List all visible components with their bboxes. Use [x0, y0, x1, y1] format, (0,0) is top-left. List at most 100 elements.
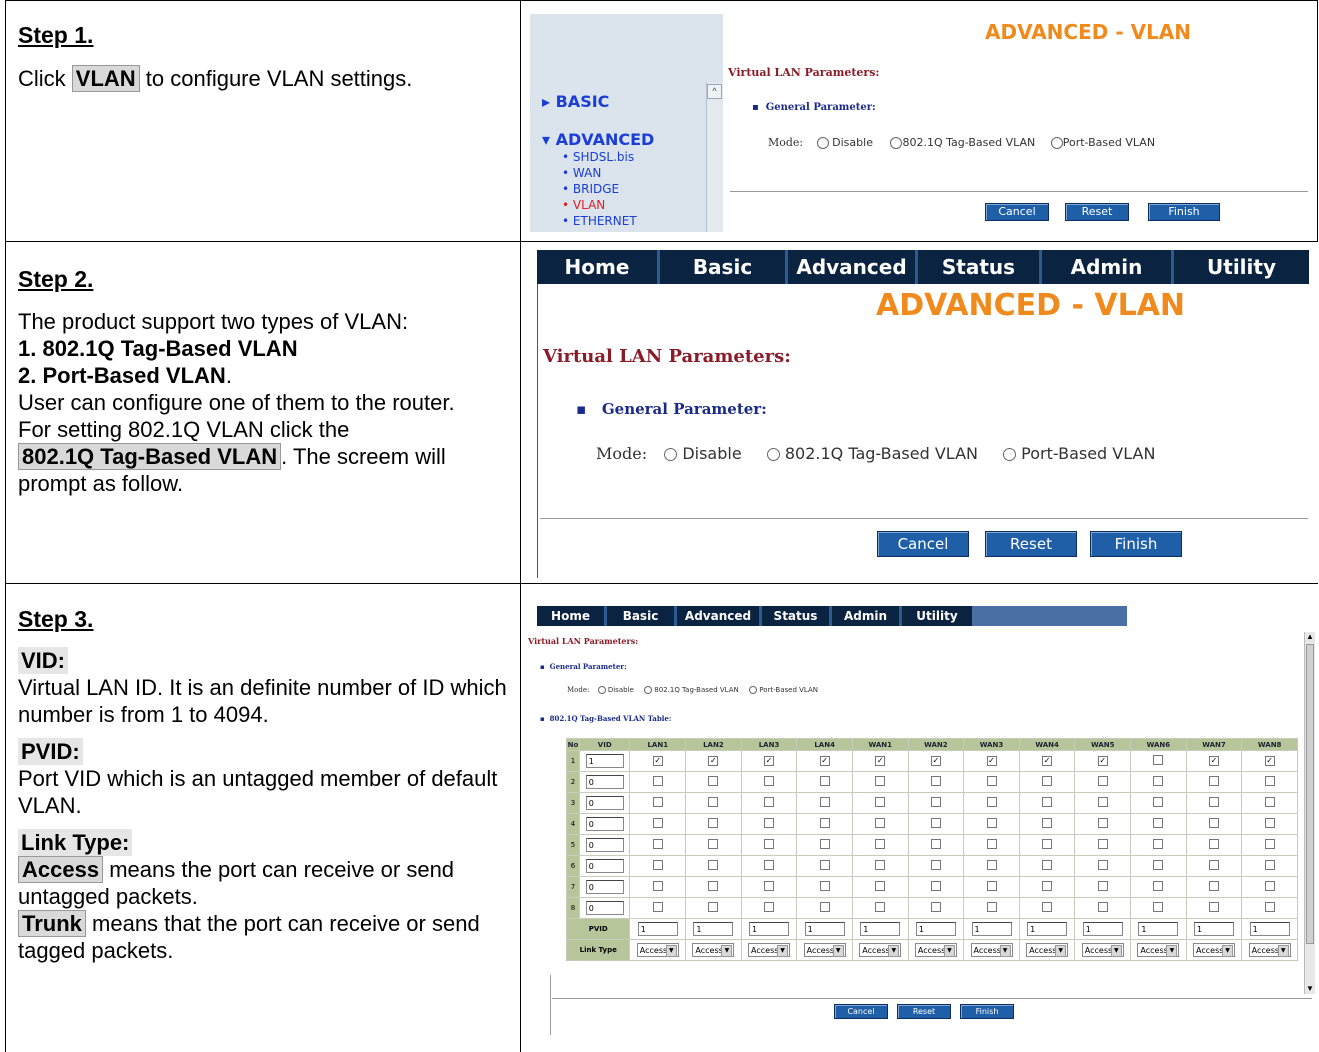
- linktype-select[interactable]: Access: [1248, 943, 1291, 957]
- port-checkbox[interactable]: [764, 776, 775, 786]
- sidebar-item-bridge[interactable]: • BRIDGE: [562, 182, 619, 197]
- port-checkbox[interactable]: [1097, 902, 1108, 912]
- port-checkbox[interactable]: ✓: [819, 756, 830, 766]
- port-checkbox[interactable]: ✓: [1042, 756, 1053, 766]
- radio-portbased[interactable]: [1050, 137, 1063, 149]
- nav-basic-3[interactable]: Basic: [607, 606, 677, 626]
- port-checkbox[interactable]: [1264, 881, 1275, 891]
- port-checkbox[interactable]: [1097, 839, 1108, 849]
- reset-button-2[interactable]: Reset: [985, 531, 1077, 557]
- port-checkbox[interactable]: [708, 818, 719, 828]
- vid-input[interactable]: 0: [585, 838, 624, 852]
- port-checkbox[interactable]: [1209, 797, 1220, 807]
- port-checkbox[interactable]: ✓: [1209, 756, 1220, 766]
- linktype-select[interactable]: Access: [1137, 943, 1180, 957]
- port-checkbox[interactable]: [708, 797, 719, 807]
- port-checkbox[interactable]: [708, 839, 719, 849]
- port-checkbox[interactable]: [1153, 755, 1164, 765]
- port-checkbox[interactable]: [986, 776, 997, 786]
- port-checkbox[interactable]: [1042, 881, 1053, 891]
- vid-input[interactable]: 0: [585, 901, 624, 915]
- sidebar-item-vlan[interactable]: • VLAN: [562, 198, 605, 213]
- radio-tagbased[interactable]: [890, 137, 903, 149]
- finish-button-2[interactable]: Finish: [1090, 531, 1182, 557]
- sidebar-item-ethernet[interactable]: • ETHERNET: [562, 214, 637, 229]
- port-checkbox[interactable]: [1153, 881, 1164, 891]
- nav-basic[interactable]: Basic: [660, 250, 788, 284]
- port-checkbox[interactable]: [1209, 839, 1220, 849]
- port-checkbox[interactable]: [1097, 818, 1108, 828]
- port-checkbox[interactable]: [1264, 797, 1275, 807]
- reset-button-3[interactable]: Reset: [897, 1004, 951, 1019]
- cancel-button[interactable]: Cancel: [985, 203, 1049, 221]
- nav-advanced[interactable]: Advanced: [788, 250, 918, 284]
- radio-disable[interactable]: [816, 137, 829, 149]
- port-checkbox[interactable]: ✓: [652, 756, 663, 766]
- radio-tagbased-2[interactable]: [766, 448, 780, 461]
- port-checkbox[interactable]: [1209, 860, 1220, 870]
- vid-input[interactable]: 0: [585, 880, 624, 894]
- port-checkbox[interactable]: [930, 839, 941, 849]
- scroll-up-icon-3[interactable]: ▲: [1305, 632, 1315, 642]
- port-checkbox[interactable]: [819, 902, 830, 912]
- sidebar-item-shdsl[interactable]: • SHDSL.bis: [562, 150, 634, 165]
- linktype-select[interactable]: Access: [970, 943, 1013, 957]
- nav-status-3[interactable]: Status: [762, 606, 832, 626]
- linktype-select[interactable]: Access: [859, 943, 902, 957]
- linktype-select[interactable]: Access: [692, 943, 735, 957]
- port-checkbox[interactable]: ✓: [986, 756, 997, 766]
- port-checkbox[interactable]: [1153, 902, 1164, 912]
- sidebar-item-wan[interactable]: • WAN: [562, 166, 601, 181]
- pvid-input[interactable]: 1: [749, 922, 790, 936]
- port-checkbox[interactable]: [764, 818, 775, 828]
- pvid-input[interactable]: 1: [1082, 922, 1123, 936]
- panel3-scrollbar[interactable]: ▲ ▼: [1304, 632, 1315, 994]
- port-checkbox[interactable]: [1097, 776, 1108, 786]
- port-checkbox[interactable]: [1264, 860, 1275, 870]
- port-checkbox[interactable]: [819, 776, 830, 786]
- radio-disable-2[interactable]: [664, 448, 678, 461]
- port-checkbox[interactable]: [1209, 818, 1220, 828]
- port-checkbox[interactable]: [708, 881, 719, 891]
- port-checkbox[interactable]: ✓: [1264, 756, 1275, 766]
- port-checkbox[interactable]: [1153, 839, 1164, 849]
- port-checkbox[interactable]: [875, 839, 886, 849]
- pvid-input[interactable]: 1: [1249, 922, 1290, 936]
- sidebar-advanced[interactable]: ▾ ADVANCED: [542, 130, 654, 149]
- port-checkbox[interactable]: [1097, 881, 1108, 891]
- port-checkbox[interactable]: [652, 860, 663, 870]
- port-checkbox[interactable]: [1153, 797, 1164, 807]
- cancel-button-3[interactable]: Cancel: [834, 1004, 888, 1019]
- pvid-input[interactable]: 1: [971, 922, 1012, 936]
- vid-input[interactable]: 1: [585, 754, 624, 768]
- radio-disable-3[interactable]: [597, 686, 606, 694]
- port-checkbox[interactable]: [708, 902, 719, 912]
- nav-admin[interactable]: Admin: [1042, 250, 1174, 284]
- port-checkbox[interactable]: [1042, 797, 1053, 807]
- port-checkbox[interactable]: [986, 860, 997, 870]
- port-checkbox[interactable]: [819, 860, 830, 870]
- port-checkbox[interactable]: [652, 902, 663, 912]
- port-checkbox[interactable]: [708, 776, 719, 786]
- port-checkbox[interactable]: [986, 902, 997, 912]
- port-checkbox[interactable]: [930, 902, 941, 912]
- pvid-input[interactable]: 1: [693, 922, 734, 936]
- scroll-up-icon[interactable]: ^: [707, 84, 722, 99]
- pvid-input[interactable]: 1: [1027, 922, 1068, 936]
- nav-admin-3[interactable]: Admin: [832, 606, 902, 626]
- vid-input[interactable]: 0: [585, 817, 624, 831]
- port-checkbox[interactable]: [1209, 902, 1220, 912]
- port-checkbox[interactable]: [819, 881, 830, 891]
- pvid-input[interactable]: 1: [637, 922, 678, 936]
- port-checkbox[interactable]: [1209, 881, 1220, 891]
- pvid-input[interactable]: 1: [1194, 922, 1235, 936]
- port-checkbox[interactable]: ✓: [875, 756, 886, 766]
- radio-tagbased-3[interactable]: [644, 686, 653, 694]
- vid-input[interactable]: 0: [585, 775, 624, 789]
- port-checkbox[interactable]: [1153, 860, 1164, 870]
- port-checkbox[interactable]: [930, 881, 941, 891]
- port-checkbox[interactable]: [652, 818, 663, 828]
- port-checkbox[interactable]: [819, 818, 830, 828]
- port-checkbox[interactable]: [819, 839, 830, 849]
- port-checkbox[interactable]: [1042, 902, 1053, 912]
